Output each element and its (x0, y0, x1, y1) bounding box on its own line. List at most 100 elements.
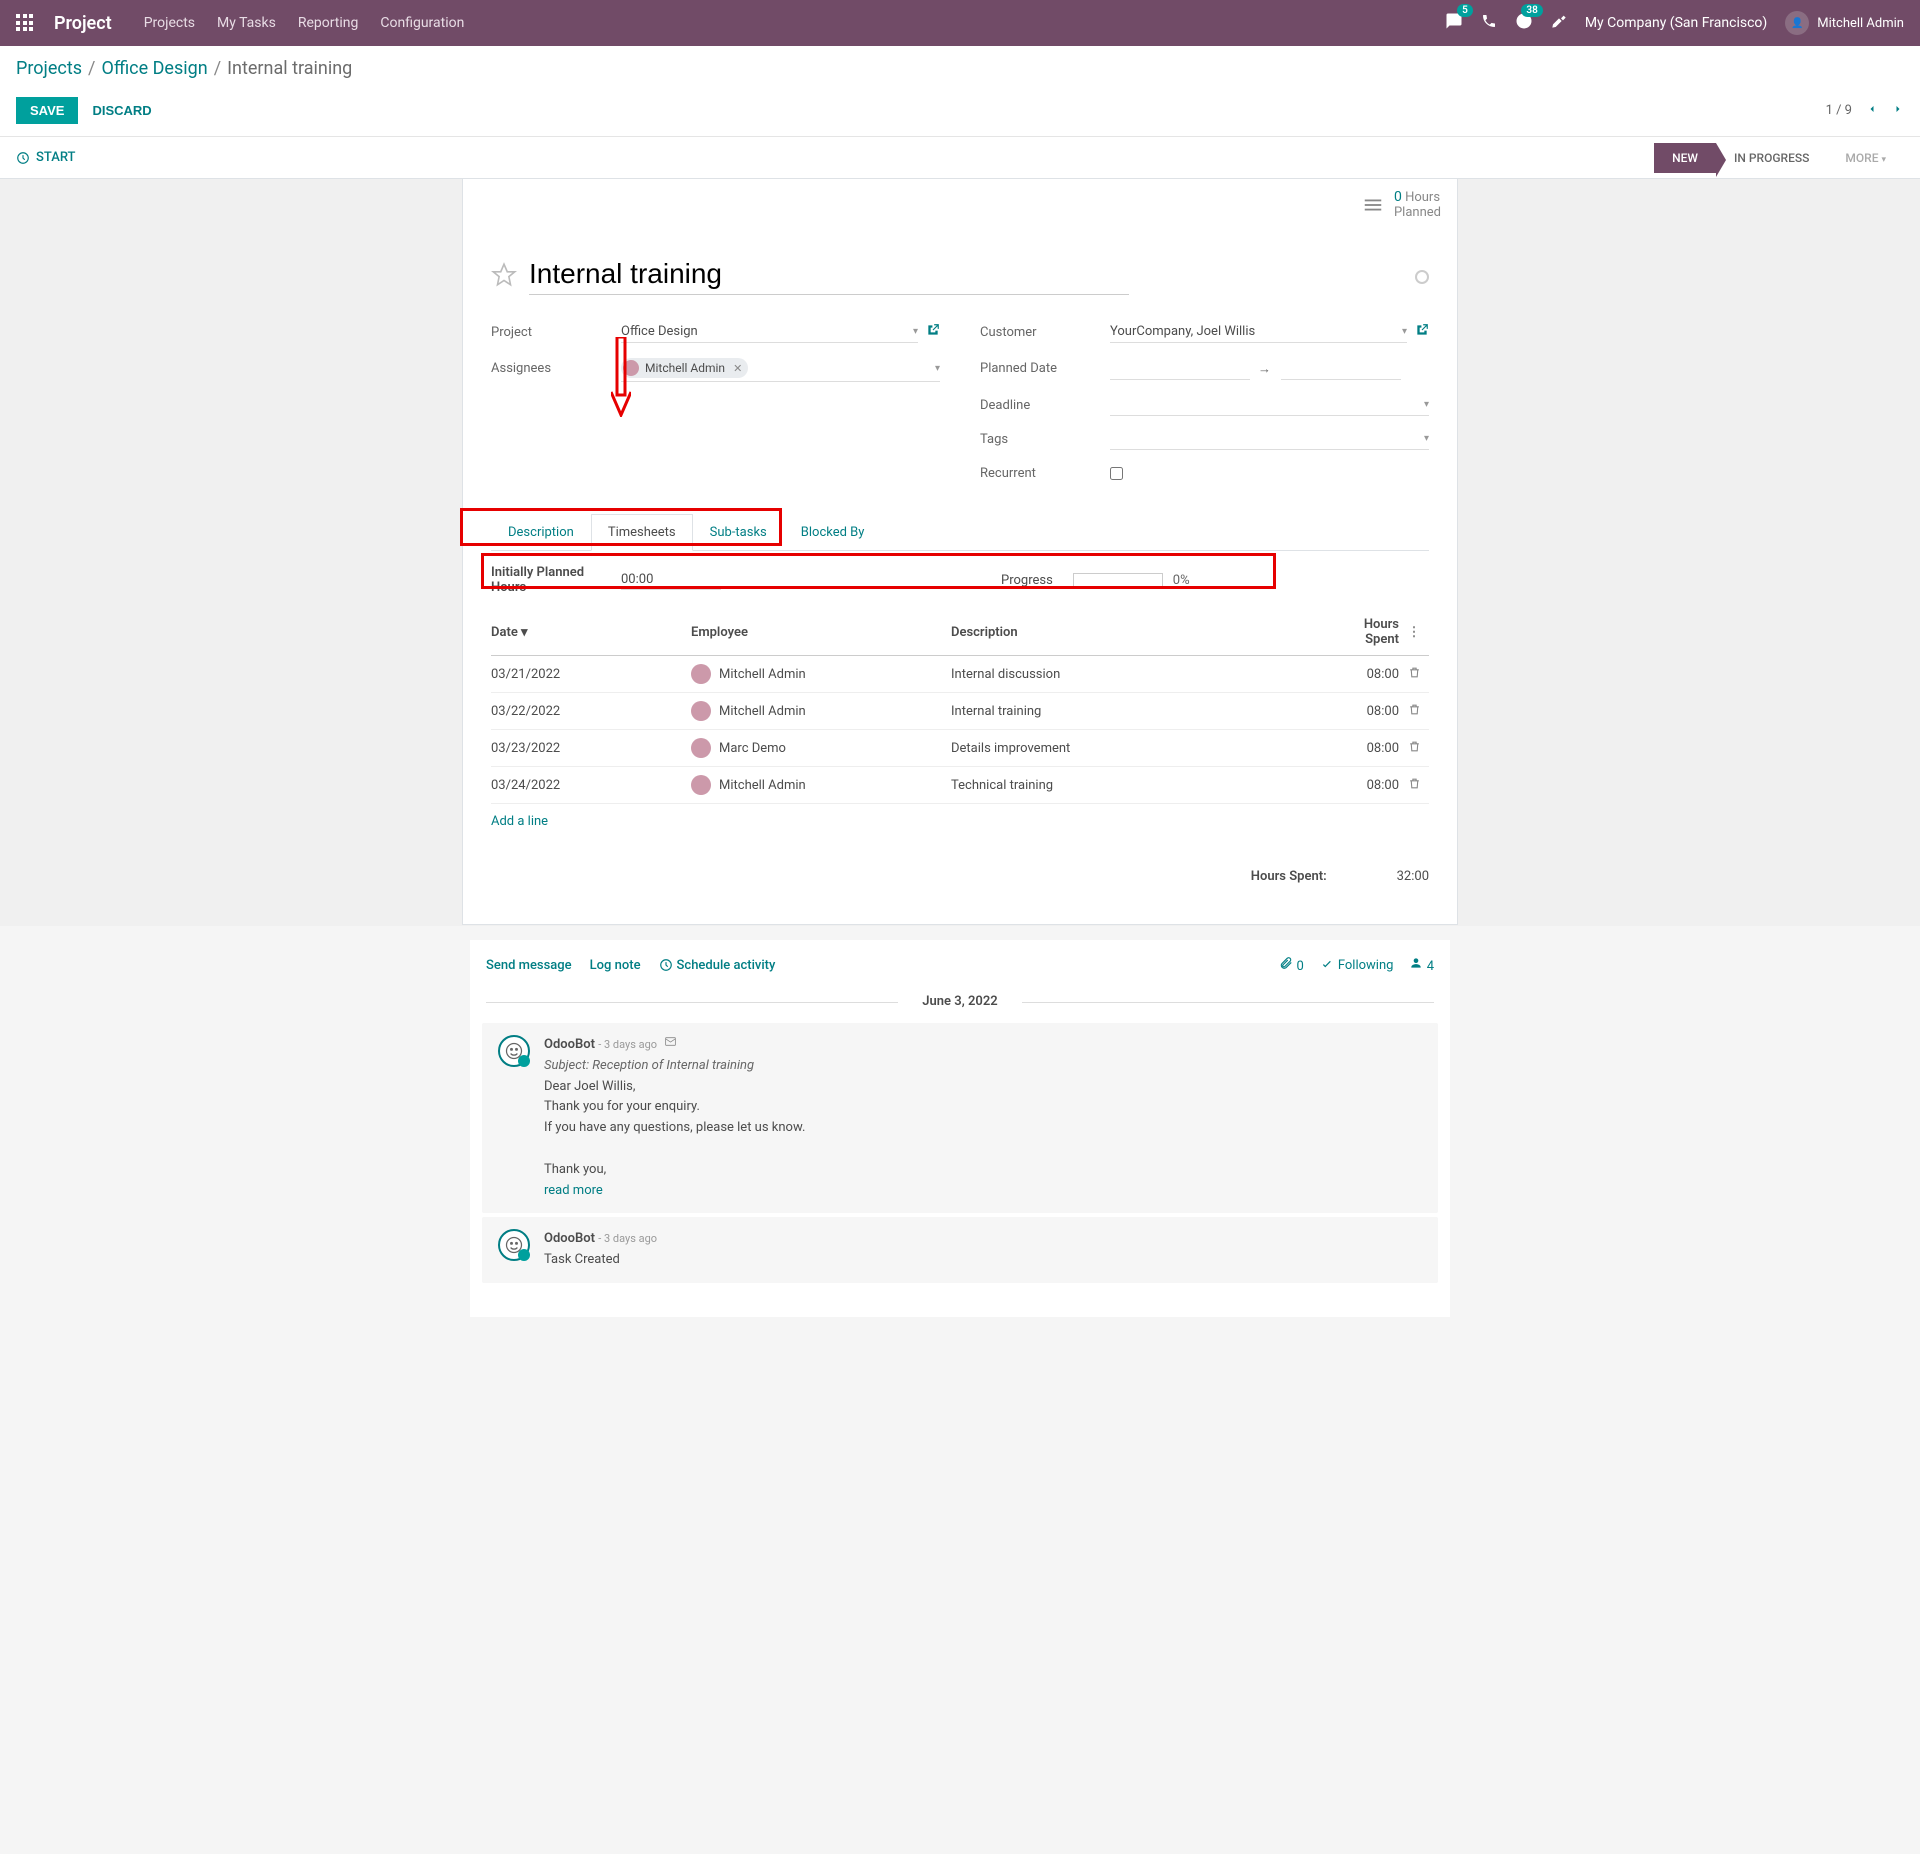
action-bar: SAVE DISCARD 1 / 9 (0, 91, 1920, 137)
tab-blocked-by[interactable]: Blocked By (784, 514, 882, 550)
table-options-icon[interactable]: ⋮ (1399, 625, 1429, 640)
initially-planned-label: Initially Planned Hours (491, 565, 621, 595)
breadcrumb-office-design[interactable]: Office Design (101, 58, 207, 79)
log-note-button[interactable]: Log note (590, 958, 641, 973)
tags-field[interactable]: ▾ (1110, 428, 1429, 450)
following-button[interactable]: Following (1320, 958, 1394, 973)
pager-prev-icon[interactable] (1866, 103, 1878, 119)
tab-sub-tasks[interactable]: Sub-tasks (693, 514, 784, 550)
tab-description[interactable]: Description (491, 514, 591, 550)
col-date[interactable]: Date ▾ (491, 625, 691, 640)
planned-date-end[interactable] (1281, 358, 1401, 380)
ts-hours[interactable]: 08:00 (1331, 778, 1399, 793)
save-button[interactable]: SAVE (16, 97, 78, 124)
activities-icon[interactable]: 38 (1515, 12, 1533, 34)
sort-desc-icon: ▾ (521, 625, 528, 640)
employee-avatar-icon (691, 738, 711, 758)
delete-row-icon[interactable] (1399, 703, 1429, 720)
stage-in-progress[interactable]: IN PROGRESS (1716, 143, 1827, 173)
discard-button[interactable]: DISCARD (78, 97, 165, 124)
read-more-button[interactable]: read more (544, 1183, 603, 1198)
send-message-button[interactable]: Send message (486, 958, 572, 973)
tab-timesheets[interactable]: Timesheets (591, 514, 693, 551)
odoobot-avatar-icon (498, 1229, 530, 1261)
initially-planned-input[interactable]: 00:00 (621, 570, 721, 590)
delete-row-icon[interactable] (1399, 777, 1429, 794)
delete-row-icon[interactable] (1399, 666, 1429, 683)
odoobot-avatar-icon (498, 1035, 530, 1067)
start-button[interactable]: START (16, 150, 75, 165)
add-line-button[interactable]: Add a line (491, 804, 548, 839)
phone-icon[interactable] (1481, 13, 1497, 33)
debug-icon[interactable] (1551, 13, 1567, 33)
msg2-body: Task Created (544, 1252, 620, 1267)
ts-employee[interactable]: Marc Demo (691, 738, 951, 758)
project-external-link-icon[interactable] (926, 323, 940, 341)
stage-more[interactable]: MORE ▾ (1827, 143, 1904, 173)
tabs: Description Timesheets Sub-tasks Blocked… (491, 514, 1429, 551)
attachments-button[interactable]: 0 (1279, 956, 1304, 974)
project-label: Project (491, 325, 621, 340)
timesheet-row[interactable]: 03/24/2022Mitchell AdminTechnical traini… (491, 767, 1429, 804)
msg1-author: OdooBot (544, 1037, 595, 1052)
ts-description[interactable]: Internal training (951, 704, 1331, 719)
ts-date[interactable]: 03/23/2022 (491, 741, 691, 756)
deadline-field[interactable]: ▾ (1110, 394, 1429, 416)
email-icon (664, 1037, 677, 1052)
ts-hours[interactable]: 08:00 (1331, 667, 1399, 682)
breadcrumb-projects[interactable]: Projects (16, 58, 82, 79)
nav-projects[interactable]: Projects (144, 15, 195, 31)
topbar: Project Projects My Tasks Reporting Conf… (0, 0, 1920, 46)
breadcrumb: Projects / Office Design / Internal trai… (16, 58, 352, 79)
ts-date[interactable]: 03/22/2022 (491, 704, 691, 719)
col-description[interactable]: Description (951, 625, 1331, 640)
ts-employee[interactable]: Mitchell Admin (691, 775, 951, 795)
employee-avatar-icon (691, 775, 711, 795)
company-selector[interactable]: My Company (San Francisco) (1585, 15, 1767, 31)
activities-badge: 38 (1521, 4, 1542, 17)
timesheet-row[interactable]: 03/21/2022Mitchell AdminInternal discuss… (491, 656, 1429, 693)
nav-reporting[interactable]: Reporting (298, 15, 359, 31)
schedule-activity-button[interactable]: Schedule activity (659, 958, 776, 973)
timesheet-row[interactable]: 03/22/2022Mitchell AdminInternal trainin… (491, 693, 1429, 730)
chatter: Send message Log note Schedule activity … (470, 940, 1450, 1317)
messaging-icon[interactable]: 5 (1445, 12, 1463, 34)
msg2-time: - 3 days ago (598, 1232, 657, 1245)
assignees-field[interactable]: Mitchell Admin✕ ▾ (621, 355, 940, 382)
project-field[interactable]: Office Design▾ (621, 321, 918, 343)
user-menu[interactable]: 👤 Mitchell Admin (1785, 11, 1904, 35)
ts-employee[interactable]: Mitchell Admin (691, 701, 951, 721)
ts-description[interactable]: Details improvement (951, 741, 1331, 756)
form-sheet: 0 Hours Planned Project Office Design▾ C… (462, 179, 1458, 925)
ts-description[interactable]: Technical training (951, 778, 1331, 793)
planned-date-start[interactable] (1110, 358, 1250, 380)
priority-star-icon[interactable] (491, 262, 517, 292)
timesheet-row[interactable]: 03/23/2022Marc DemoDetails improvement08… (491, 730, 1429, 767)
employee-avatar-icon (691, 664, 711, 684)
ts-hours[interactable]: 08:00 (1331, 704, 1399, 719)
progress-percent: 0% (1173, 573, 1190, 588)
ts-date[interactable]: 03/24/2022 (491, 778, 691, 793)
progress-bar (1073, 573, 1163, 587)
hours-planned-button[interactable]: 0 Hours Planned (1362, 189, 1441, 220)
nav-configuration[interactable]: Configuration (380, 15, 464, 31)
customer-external-link-icon[interactable] (1415, 323, 1429, 341)
ts-hours[interactable]: 08:00 (1331, 741, 1399, 756)
task-title-input[interactable] (529, 258, 1129, 295)
nav-my-tasks[interactable]: My Tasks (217, 15, 276, 31)
delete-row-icon[interactable] (1399, 740, 1429, 757)
remove-assignee-icon[interactable]: ✕ (733, 362, 742, 375)
recurrent-checkbox[interactable] (1110, 467, 1123, 480)
customer-field[interactable]: YourCompany, Joel Willis▾ (1110, 321, 1407, 343)
stage-new[interactable]: NEW (1654, 143, 1716, 173)
apps-icon[interactable] (16, 14, 34, 32)
col-employee[interactable]: Employee (691, 625, 951, 640)
pager-next-icon[interactable] (1892, 103, 1904, 119)
customer-label: Customer (980, 325, 1110, 340)
ts-description[interactable]: Internal discussion (951, 667, 1331, 682)
ts-date[interactable]: 03/21/2022 (491, 667, 691, 682)
kanban-state-icon[interactable] (1415, 270, 1429, 284)
followers-button[interactable]: 4 (1409, 956, 1434, 974)
ts-employee[interactable]: Mitchell Admin (691, 664, 951, 684)
col-hours[interactable]: Hours Spent (1331, 617, 1399, 647)
